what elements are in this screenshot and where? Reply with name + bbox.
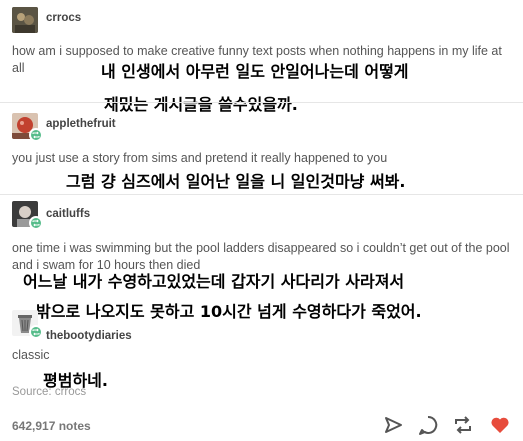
username[interactable]: caitluffs [46,208,90,220]
translation-line: 내 인생에서 아무런 일도 안일어나는데 어떻게 [98,61,412,83]
translation-line: 어느날 내가 수영하고있었는데 갑자기 사다리가 사라져서 [20,271,408,293]
reply-icon[interactable] [417,414,439,436]
divider [0,102,523,103]
translation-line: 그럼 걍 심즈에서 일어난 일을 니 일인것마냥 써봐. [63,171,409,193]
like-icon[interactable] [489,414,511,436]
username[interactable]: applethefruit [46,118,116,130]
post-text: classic [12,348,50,362]
reblog-badge-icon [29,216,43,230]
source-label: Source: [12,386,52,398]
share-icon[interactable] [382,414,404,436]
source-line: Source: crrocs [12,386,86,398]
reblog-badge-icon [29,128,43,142]
divider [0,194,523,195]
translation-line: 재밌는 게시글을 쓸수있을까. [101,94,301,116]
reblog-badge-icon [29,325,43,339]
notes-count[interactable]: 642,917 notes [12,419,91,433]
translation-line: 밖으로 나오지도 못하고 10시간 넘게 수영하다가 죽었어. [33,301,425,323]
avatar-crrocs[interactable] [12,7,38,33]
post-text: you just use a story from sims and prete… [12,151,388,165]
post-text: one time i was swimming but the pool lad… [12,241,510,272]
username[interactable]: thebootydiaries [46,330,132,342]
username[interactable]: crrocs [46,12,81,24]
reblog-icon[interactable] [452,414,474,436]
source-link[interactable]: crrocs [55,386,86,398]
